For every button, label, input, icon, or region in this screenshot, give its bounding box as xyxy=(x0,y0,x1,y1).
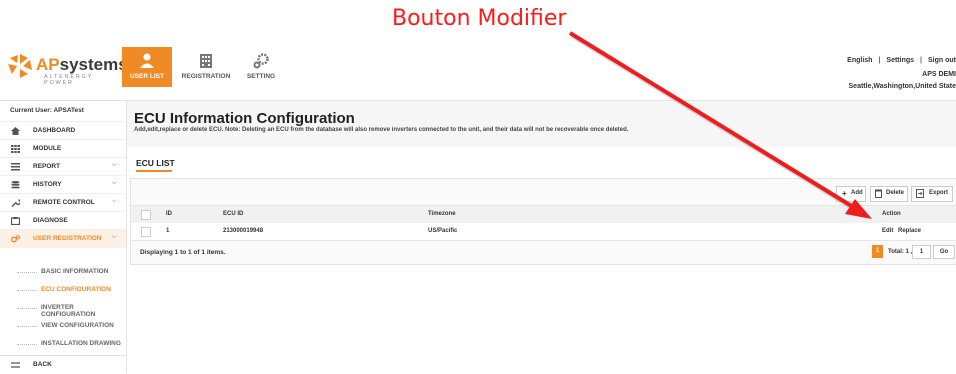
database-icon xyxy=(11,181,20,189)
tab-setting[interactable]: SETTING xyxy=(236,47,286,87)
chevron-down-icon: ⌵ xyxy=(112,198,117,204)
sidebar-item-user-registration[interactable]: USER REGISTRATION ⌵ xyxy=(0,229,126,248)
sign-out-link[interactable]: Sign out xyxy=(928,57,956,64)
user-icon xyxy=(140,53,154,68)
subitem-installation-drawing[interactable]: INSTALLATION DRAWING xyxy=(0,335,126,353)
brand-name-b: systems xyxy=(59,55,128,74)
building-icon xyxy=(200,54,212,68)
chevron-down-icon: ⌵ xyxy=(112,234,117,240)
subitem-inverter-configuration[interactable]: INVERTER CONFIGURATION xyxy=(0,299,126,318)
page-number-button[interactable]: 1 xyxy=(872,245,883,258)
sidebar-item-dashboard[interactable]: DASHBOARD xyxy=(0,121,126,140)
sidebar-item-label: REPORT xyxy=(33,163,61,170)
cell-id: 1 xyxy=(166,228,170,234)
table-header: ID ECU ID Timezone Action xyxy=(131,205,956,224)
edit-link[interactable]: Edit xyxy=(882,228,893,234)
brand-name-a: AP xyxy=(36,55,60,74)
sidebar-item-back[interactable]: BACK xyxy=(0,355,126,374)
sidebar-item-history[interactable]: HISTORY ⌵ xyxy=(0,175,126,194)
select-all-checkbox[interactable] xyxy=(141,210,151,220)
back-arrow-icon xyxy=(11,362,20,368)
cell-timezone: US/Pacific xyxy=(428,228,458,234)
subitem-label: VIEW CONFIGURATION xyxy=(41,322,114,329)
aps-logo[interactable]: APsystems ALTENERGY POWER xyxy=(6,52,128,86)
subitem-label: ECU CONFIGURATION xyxy=(41,286,111,293)
grid-icon xyxy=(11,145,20,153)
tab-setting-label: SETTING xyxy=(246,73,276,80)
subitem-label: INSTALLATION DRAWING xyxy=(41,340,121,347)
pagination-info: Displaying 1 to 1 of 1 items. xyxy=(140,249,226,256)
language-link[interactable]: English xyxy=(847,57,872,64)
row-checkbox[interactable] xyxy=(141,227,151,237)
col-header-ecu-id[interactable]: ECU ID xyxy=(223,211,243,217)
current-user: Current User: APSATest xyxy=(10,107,84,114)
export-icon xyxy=(916,189,924,198)
page-description: Add,edit,replace or delete ECU. Note: De… xyxy=(134,127,629,133)
sidebar-item-label: HISTORY xyxy=(33,181,62,188)
go-button[interactable]: Go xyxy=(933,245,955,259)
chevron-down-icon: ⌵ xyxy=(112,162,117,168)
diagnose-icon xyxy=(11,217,20,225)
sidebar-item-label: USER REGISTRATION xyxy=(33,235,102,242)
tab-underline xyxy=(136,170,172,172)
annotation-label: Bouton Modifier xyxy=(392,6,567,31)
subitem-view-configuration[interactable]: VIEW CONFIGURATION xyxy=(0,317,126,335)
tab-user-list[interactable]: USER LIST xyxy=(122,47,172,87)
goto-page-input[interactable]: 1 xyxy=(912,245,931,259)
sidebar-item-label: DASHBOARD xyxy=(33,127,76,134)
export-button-label: Export xyxy=(929,190,949,196)
sidebar-item-module[interactable]: MODULE xyxy=(0,139,126,158)
tab-registration[interactable]: REGISTRATION xyxy=(176,47,236,87)
account-location: Seattle,Washington,United State xyxy=(848,83,956,90)
tab-user-list-label: USER LIST xyxy=(130,73,164,80)
report-icon xyxy=(11,163,20,171)
gears-icon xyxy=(253,53,269,69)
col-header-action: Action xyxy=(882,211,901,217)
trash-icon xyxy=(875,189,882,198)
subitem-basic-information[interactable]: BASIC INFORMATION xyxy=(0,263,126,281)
add-button[interactable]: + Add xyxy=(836,186,866,202)
subitem-ecu-configuration[interactable]: ECU CONFIGURATION xyxy=(0,281,126,299)
tab-registration-label: REGISTRATION xyxy=(181,73,231,80)
top-links: English | Settings | Sign out xyxy=(847,57,956,64)
plus-icon: + xyxy=(842,189,847,198)
table-row: 1 213000019948 US/Pacific Edit Replace xyxy=(131,223,956,241)
sidebar-item-report[interactable]: REPORT ⌵ xyxy=(0,157,126,176)
logo-icon xyxy=(8,54,32,78)
delete-button-label: Delete xyxy=(886,190,905,196)
chevron-down-icon: ⌵ xyxy=(112,180,117,186)
sidebar-item-diagnose[interactable]: DIAGNOSE xyxy=(0,211,126,230)
wrench-icon xyxy=(11,199,20,207)
account-name: APS DEMI xyxy=(922,71,956,78)
add-button-label: Add xyxy=(851,190,863,196)
sidebar-item-label: MODULE xyxy=(33,145,62,152)
subitem-label: BASIC INFORMATION xyxy=(41,268,109,275)
sidebar-item-label: REMOTE CONTROL xyxy=(33,199,95,206)
replace-link[interactable]: Replace xyxy=(898,228,921,234)
delete-button[interactable]: Delete xyxy=(870,186,908,202)
settings-link[interactable]: Settings xyxy=(886,57,914,64)
cell-ecu-id: 213000019948 xyxy=(223,228,264,234)
brand-tagline: ALTENERGY POWER xyxy=(44,74,94,86)
home-icon xyxy=(11,127,20,135)
col-header-timezone[interactable]: Timezone xyxy=(428,211,456,217)
gears-icon xyxy=(11,235,20,243)
ecu-list-title[interactable]: ECU LIST xyxy=(136,158,175,168)
export-button[interactable]: Export xyxy=(911,186,953,202)
subitem-label: INVERTER CONFIGURATION xyxy=(41,304,96,318)
sidebar-item-label: DIAGNOSE xyxy=(33,217,68,224)
col-header-id[interactable]: ID xyxy=(166,211,172,217)
sidebar-item-label: BACK xyxy=(33,361,52,368)
page-title: ECU Information Configuration xyxy=(134,110,355,127)
sidebar-item-remote-control[interactable]: REMOTE CONTROL ⌵ xyxy=(0,193,126,212)
